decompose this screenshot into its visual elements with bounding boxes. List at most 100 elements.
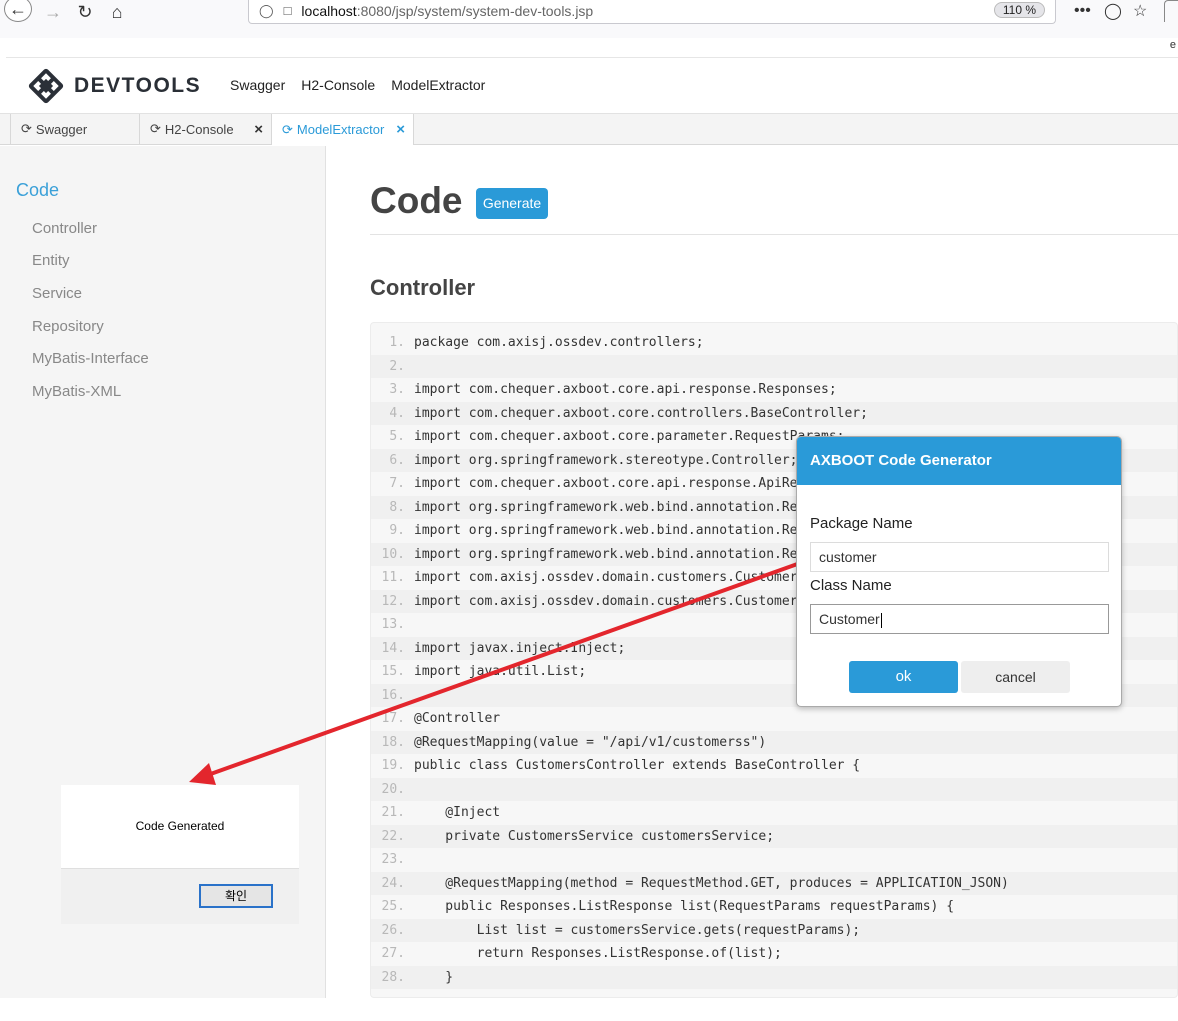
more-icon[interactable]: ••• bbox=[1074, 0, 1091, 22]
code-text: import org.springframework.web.bind.anno… bbox=[414, 523, 798, 538]
url-text: localhost:8080/jsp/system/system-dev-too… bbox=[301, 3, 593, 19]
class-name-value: Customer bbox=[819, 611, 880, 627]
line-number: 6. bbox=[389, 452, 405, 468]
pocket-icon[interactable]: ◯ bbox=[1104, 0, 1122, 22]
close-icon[interactable]: × bbox=[254, 121, 263, 138]
package-name-label: Package Name bbox=[810, 515, 913, 532]
page-icon: □ bbox=[283, 3, 292, 18]
line-number: 7. bbox=[389, 476, 405, 491]
address-bar[interactable]: ◯ □ localhost:8080/jsp/system/system-dev… bbox=[248, 0, 1056, 24]
menu-model-extractor[interactable]: ModelExtractor bbox=[391, 77, 485, 93]
code-text: import com.axisj.ossdev.domain.customers… bbox=[414, 593, 798, 609]
top-menu: Swagger H2-Console ModelExtractor bbox=[230, 77, 485, 93]
close-icon[interactable]: × bbox=[396, 121, 405, 138]
code-text: } bbox=[414, 969, 454, 985]
code-line: 24. @RequestMapping(method = RequestMeth… bbox=[371, 871, 1177, 895]
code-text: import java.util.List; bbox=[414, 664, 587, 679]
code-line: 28. } bbox=[371, 965, 1177, 989]
line-number: 18. bbox=[381, 734, 405, 750]
refresh-icon: ⟳ bbox=[282, 121, 293, 137]
code-line: 4. import com.chequer.axboot.core.control… bbox=[371, 401, 1177, 425]
line-number: 20. bbox=[381, 781, 405, 797]
code-line: 21. @Inject bbox=[371, 801, 1177, 825]
line-number: 11. bbox=[381, 570, 405, 585]
line-number: 23. bbox=[381, 852, 405, 867]
refresh-icon: ⟳ bbox=[150, 121, 161, 136]
menu-swagger[interactable]: Swagger bbox=[230, 77, 285, 93]
tab-h2-console[interactable]: ⟳ H2-Console × bbox=[140, 114, 272, 144]
code-line: 3. import com.chequer.axboot.core.api.res… bbox=[371, 378, 1177, 402]
logo-text[interactable]: DEVTOOLS bbox=[74, 74, 201, 98]
bookmarks-strip: e bbox=[6, 38, 1178, 58]
line-number: 16. bbox=[381, 687, 405, 703]
sidebar-item-controller[interactable]: Controller bbox=[32, 220, 97, 237]
sidebar-item-mybatis-interface[interactable]: MyBatis-Interface bbox=[32, 350, 149, 367]
code-line: 27. return Responses.ListResponse.of(lis… bbox=[371, 942, 1177, 966]
modal-title: AXBOOT Code Generator bbox=[797, 437, 1121, 485]
code-generator-modal: AXBOOT Code Generator Package Name custo… bbox=[796, 436, 1122, 707]
code-line: 26. List list = customersService.gets(re… bbox=[371, 918, 1177, 942]
line-number: 24. bbox=[381, 875, 405, 891]
devtools-logo-icon[interactable] bbox=[28, 68, 64, 104]
code-text: public Responses.ListResponse list(Reque… bbox=[414, 899, 955, 914]
shield-icon: ◯ bbox=[259, 2, 274, 18]
code-line: 18. @RequestMapping(value = "/api/v1/cust… bbox=[371, 730, 1177, 754]
line-number: 12. bbox=[381, 593, 405, 609]
sidebar-title[interactable]: Code bbox=[16, 180, 59, 201]
line-number: 21. bbox=[381, 805, 405, 820]
code-text: public class CustomersController extends… bbox=[414, 758, 861, 773]
code-text: import com.chequer.axboot.core.api.respo… bbox=[414, 382, 837, 397]
forward-icon[interactable]: → bbox=[38, 0, 68, 24]
line-number: 22. bbox=[381, 828, 405, 844]
code-text: @Inject bbox=[414, 805, 501, 820]
browser-toolbar: ← → ↻ ⌂ ◯ □ localhost:8080/jsp/system/sy… bbox=[0, 0, 1178, 38]
alert-ok-button[interactable]: 확인 bbox=[199, 884, 273, 908]
sidebar-item-service[interactable]: Service bbox=[32, 285, 82, 302]
code-text: import com.chequer.axboot.core.api.respo… bbox=[414, 476, 798, 491]
tab-model-extractor[interactable]: ⟳ ModelExtractor × bbox=[272, 114, 414, 145]
line-number: 17. bbox=[381, 711, 405, 726]
menu-h2-console[interactable]: H2-Console bbox=[301, 77, 375, 93]
code-generated-dialog: Code Generated 확인 bbox=[61, 785, 299, 924]
bookmark-star-icon[interactable]: ☆ bbox=[1133, 0, 1147, 22]
page-title: Code bbox=[370, 180, 463, 221]
bookmarks-overflow-text: e bbox=[1169, 39, 1176, 51]
class-name-label: Class Name bbox=[810, 577, 892, 594]
line-number: 9. bbox=[389, 523, 405, 538]
alert-message: Code Generated bbox=[135, 819, 225, 833]
tab-bar: ⟳ Swagger ⟳ H2-Console × ⟳ ModelExtracto… bbox=[0, 114, 1178, 145]
code-text: package com.axisj.ossdev.controllers; bbox=[414, 335, 704, 350]
line-number: 26. bbox=[381, 922, 405, 938]
code-text: @RequestMapping(method = RequestMethod.G… bbox=[414, 875, 1009, 891]
reload-icon[interactable]: ↻ bbox=[70, 0, 100, 24]
line-number: 5. bbox=[389, 429, 405, 444]
sidebar-item-mybatis-xml[interactable]: MyBatis-XML bbox=[32, 383, 121, 400]
sidebar-item-repository[interactable]: Repository bbox=[32, 318, 104, 335]
line-number: 2. bbox=[389, 358, 405, 374]
tab-swagger[interactable]: ⟳ Swagger bbox=[10, 114, 140, 144]
code-text: import org.springframework.stereotype.Co… bbox=[414, 452, 798, 468]
cancel-button[interactable]: cancel bbox=[961, 661, 1070, 693]
code-text: @Controller bbox=[414, 711, 501, 726]
generate-button[interactable]: Generate bbox=[476, 188, 548, 219]
line-number: 15. bbox=[381, 664, 405, 679]
code-text: import org.springframework.web.bind.anno… bbox=[414, 499, 798, 515]
alert-footer: 확인 bbox=[61, 868, 299, 924]
back-icon[interactable]: ← bbox=[4, 0, 32, 22]
url-path: :8080/jsp/system/system-dev-tools.jsp bbox=[356, 2, 594, 19]
section-title: Controller bbox=[370, 275, 476, 300]
text-caret bbox=[880, 612, 882, 628]
sidebar-toggle-icon[interactable] bbox=[1164, 0, 1178, 22]
refresh-icon: ⟳ bbox=[21, 121, 32, 136]
ok-button[interactable]: ok bbox=[849, 661, 958, 693]
code-line: 23. bbox=[371, 848, 1177, 872]
zoom-level[interactable]: 110 % bbox=[993, 2, 1045, 18]
sidebar-item-entity[interactable]: Entity bbox=[32, 252, 70, 269]
line-number: 27. bbox=[381, 946, 405, 961]
home-icon[interactable]: ⌂ bbox=[102, 0, 132, 24]
package-name-input[interactable]: customer bbox=[810, 542, 1109, 572]
code-text: import org.springframework.web.bind.anno… bbox=[414, 546, 798, 562]
code-line: 22. private CustomersService customersSe… bbox=[371, 824, 1177, 848]
code-text: return Responses.ListResponse.of(list); bbox=[414, 946, 782, 961]
class-name-input[interactable]: Customer bbox=[810, 604, 1109, 634]
